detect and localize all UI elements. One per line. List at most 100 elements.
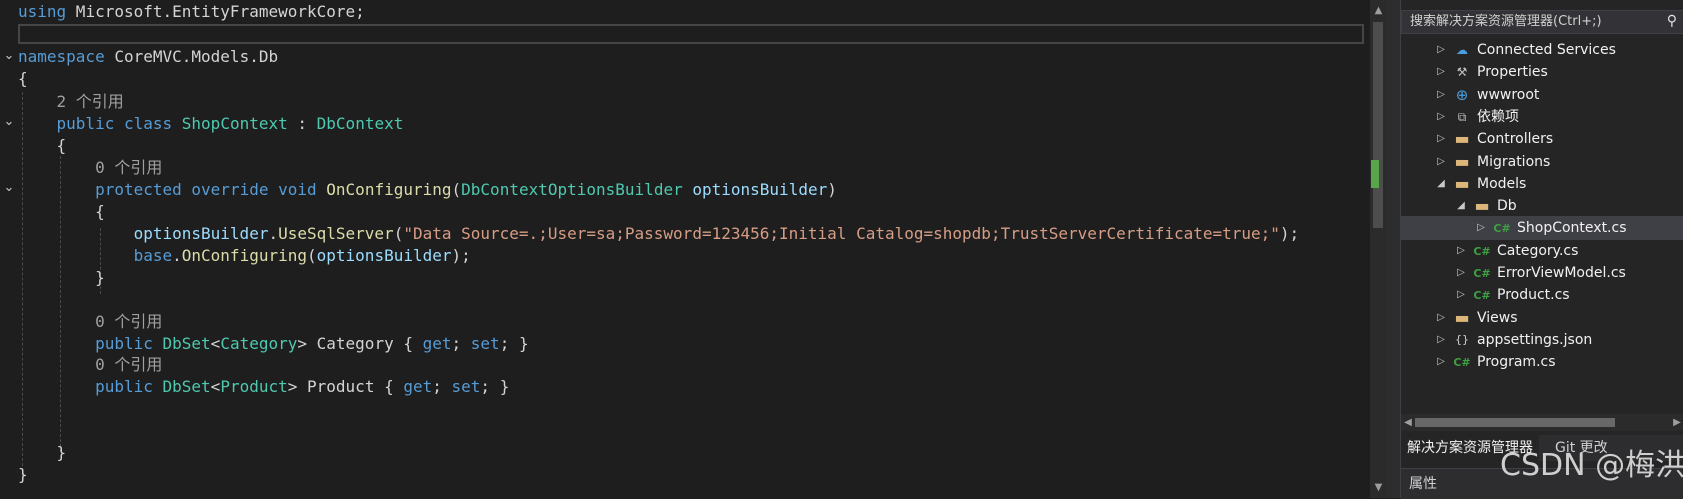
tree-item[interactable]: ▷ C# Category.cs [1401, 239, 1683, 263]
tree-item[interactable]: ▷ ⧉ 依赖项 [1401, 105, 1683, 129]
tree-item[interactable]: ▷ ☁ Connected Services [1401, 38, 1683, 62]
tree-item[interactable]: ▷ ⚒ Properties [1401, 60, 1683, 84]
code-token: class [123, 114, 173, 133]
tree-item[interactable]: ▷ ▬ Migrations [1401, 150, 1683, 174]
code-token: ; [432, 377, 452, 396]
code-token: DbContextOptionsBuilder [461, 180, 683, 199]
editor-vertical-scrollbar[interactable]: ▲ ▼ [1370, 0, 1387, 498]
collapsed-arrow-icon[interactable]: ▷ [1435, 328, 1447, 352]
code-token: CoreMVC.Models.Db [104, 47, 279, 66]
code-token: : [287, 114, 317, 133]
code-line[interactable]: base.OnConfiguring(optionsBuilder); [18, 244, 471, 268]
scroll-thumb[interactable] [1373, 22, 1383, 228]
tree-item[interactable]: ▷ {} appsettings.json [1401, 328, 1683, 352]
code-token: { [18, 136, 67, 155]
code-line[interactable]: public DbSet<Product> Product { get; set… [18, 375, 509, 399]
dependencies-icon: ⧉ [1457, 110, 1467, 124]
code-line[interactable]: public class ShopContext : DbContext [18, 112, 404, 136]
code-line[interactable]: { [18, 134, 67, 158]
code-line[interactable]: } [18, 463, 28, 487]
solution-explorer-search-input[interactable]: 搜索解决方案资源管理器(Ctrl+;) ⚲ [1401, 10, 1683, 34]
tree-item[interactable]: ▷ C# Program.cs [1401, 350, 1683, 374]
code-token: ShopContext [181, 114, 288, 133]
code-token: ; [451, 334, 471, 353]
code-line[interactable]: namespace CoreMVC.Models.Db [18, 45, 278, 69]
collapse-namespace-icon[interactable]: ⌄ [2, 48, 16, 64]
collapse-class-icon[interactable]: ⌄ [2, 114, 16, 130]
tree-item[interactable]: ▷ ▬ Views [1401, 306, 1683, 330]
code-line[interactable]: optionsBuilder.UseSqlServer("Data Source… [18, 222, 1300, 246]
code-token: get [403, 377, 433, 396]
code-token: ); [1279, 224, 1300, 243]
collapsed-arrow-icon[interactable]: ▷ [1435, 60, 1447, 84]
collapsed-arrow-icon[interactable]: ▷ [1435, 83, 1447, 107]
code-token: void [278, 180, 317, 199]
csharp-file-icon: C# [1473, 289, 1491, 302]
code-token: ( [451, 180, 462, 199]
collapsed-arrow-icon[interactable]: ▷ [1435, 105, 1447, 129]
code-token: set [470, 334, 500, 353]
tree-item[interactable]: ▷ ▬ Controllers [1401, 127, 1683, 151]
folder-icon: ▬ [1454, 152, 1470, 171]
tree-item[interactable]: ▷ C# Product.cs [1401, 283, 1683, 307]
expanded-arrow-icon[interactable]: ◢ [1435, 172, 1447, 196]
code-token: optionsBuilder [18, 224, 269, 243]
collapsed-arrow-icon[interactable]: ▷ [1435, 350, 1447, 374]
collapsed-arrow-icon[interactable]: ▷ [1435, 306, 1447, 330]
expanded-arrow-icon[interactable]: ◢ [1455, 194, 1467, 218]
code-line[interactable]: } [18, 441, 67, 465]
collapsed-arrow-icon[interactable]: ▷ [1455, 261, 1467, 285]
collapsed-arrow-icon[interactable]: ▷ [1435, 150, 1447, 174]
scroll-down-arrow-icon[interactable]: ▼ [1370, 479, 1387, 496]
code-line[interactable]: protected override void OnConfiguring(Db… [18, 178, 837, 202]
scroll-left-arrow-icon[interactable]: ◀ [1401, 414, 1415, 431]
code-editor[interactable]: ⌄ ⌄ ⌄ using Microsoft.EntityFrameworkCor… [0, 0, 1370, 498]
codelens-reference-count[interactable]: 0 个引用 [18, 355, 162, 374]
code-token: get [422, 334, 452, 353]
code-line[interactable]: { [18, 67, 28, 91]
collapsed-arrow-icon[interactable]: ▷ [1435, 127, 1447, 151]
code-line[interactable]: using Microsoft.EntityFrameworkCore; [18, 0, 365, 24]
panel-splitter[interactable] [1387, 0, 1400, 498]
codelens-reference-count[interactable]: 0 个引用 [18, 158, 162, 177]
tree-item-label: Controllers [1477, 131, 1554, 147]
tree-item-label: Db [1497, 198, 1517, 214]
scroll-right-arrow-icon[interactable]: ▶ [1670, 414, 1683, 431]
collapsed-arrow-icon[interactable]: ▷ [1475, 216, 1487, 240]
collapsed-arrow-icon[interactable]: ▷ [1435, 38, 1447, 62]
tree-item[interactable]: ▷ ⊕ wwwroot [1401, 83, 1683, 107]
code-token: DbContext [316, 114, 404, 133]
code-token: ); [451, 246, 471, 265]
code-line[interactable]: 2 个引用 [18, 90, 124, 114]
code-line[interactable]: 0 个引用 [18, 353, 162, 377]
code-line[interactable]: { [18, 200, 105, 224]
code-line[interactable]: } [18, 266, 105, 290]
code-token: { [18, 202, 105, 221]
collapsed-arrow-icon[interactable]: ▷ [1455, 283, 1467, 307]
codelens-reference-count[interactable]: 2 个引用 [18, 92, 124, 111]
code-token: } [18, 465, 28, 484]
code-line[interactable]: 0 个引用 [18, 156, 162, 180]
tree-item[interactable]: ◢ ▬ Db [1401, 194, 1683, 218]
code-token: protected [18, 180, 182, 199]
tree-horizontal-scrollbar[interactable]: ◀ ▶ [1401, 414, 1683, 431]
code-line[interactable]: 0 个引用 [18, 310, 162, 334]
scroll-up-arrow-icon[interactable]: ▲ [1370, 2, 1387, 19]
code-token: . [172, 246, 182, 265]
code-token: ( [307, 246, 317, 265]
solution-explorer: 搜索解决方案资源管理器(Ctrl+;) ⚲ ▷ ☁ Connected Servic… [1400, 0, 1683, 499]
tree-item[interactable]: ◢ ▬ Models [1401, 172, 1683, 196]
search-icon[interactable]: ⚲ [1667, 12, 1677, 30]
code-token: optionsBuilder [692, 180, 828, 199]
codelens-reference-count[interactable]: 0 个引用 [18, 312, 162, 331]
collapsed-arrow-icon[interactable]: ▷ [1455, 239, 1467, 263]
collapse-method-icon[interactable]: ⌄ [2, 180, 16, 196]
tree-item[interactable]: ▷ C# ShopContext.cs [1401, 216, 1683, 240]
tree-item[interactable]: ▷ C# ErrorViewModel.cs [1401, 261, 1683, 285]
code-token: OnConfiguring [326, 180, 452, 199]
tree-scroll-thumb[interactable] [1415, 418, 1615, 427]
code-token: UseSqlServer [278, 224, 394, 243]
